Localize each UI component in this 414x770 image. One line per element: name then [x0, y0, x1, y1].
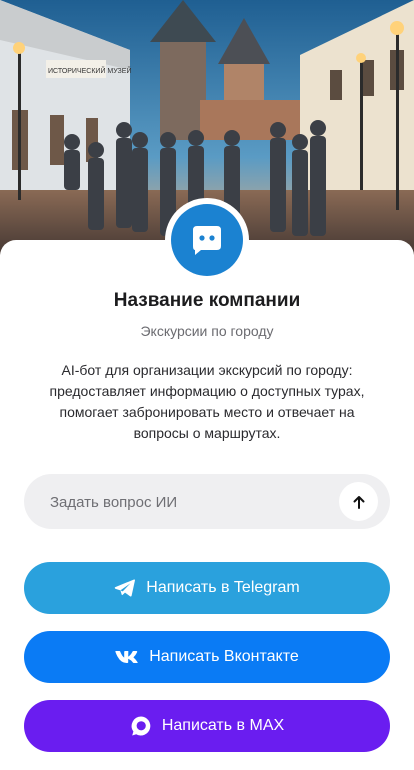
- max-button[interactable]: Написать в MAX: [24, 700, 390, 752]
- company-name: Название компании: [113, 290, 301, 311]
- bot-avatar: [171, 204, 243, 276]
- vk-icon: [115, 650, 139, 664]
- max-icon: [130, 715, 152, 737]
- vk-button[interactable]: Написать Вконтакте: [24, 631, 390, 683]
- max-button-label: Написать в MAX: [161, 717, 285, 734]
- telegram-button-label: Написать в Telegram: [146, 579, 300, 596]
- avatar-ring: [165, 198, 249, 282]
- send-button[interactable]: [339, 482, 378, 521]
- hero-sign-text: ИСТОРИЧЕСКИЙ МУЗЕЙ: [48, 66, 132, 75]
- telegram-button[interactable]: Написать в Telegram: [24, 562, 390, 614]
- ask-ai-input[interactable]: [48, 474, 342, 531]
- vk-button-label: Написать Вконтакте: [149, 648, 299, 665]
- telegram-icon: [114, 578, 136, 598]
- ask-ai-field: [24, 474, 390, 531]
- arrow-up-icon: [353, 495, 364, 509]
- company-description: AI-бот для организации экскурсий по горо…: [49, 362, 365, 441]
- chat-bubble-icon: [193, 226, 221, 255]
- company-tagline: Экскурсии по городу: [140, 323, 274, 339]
